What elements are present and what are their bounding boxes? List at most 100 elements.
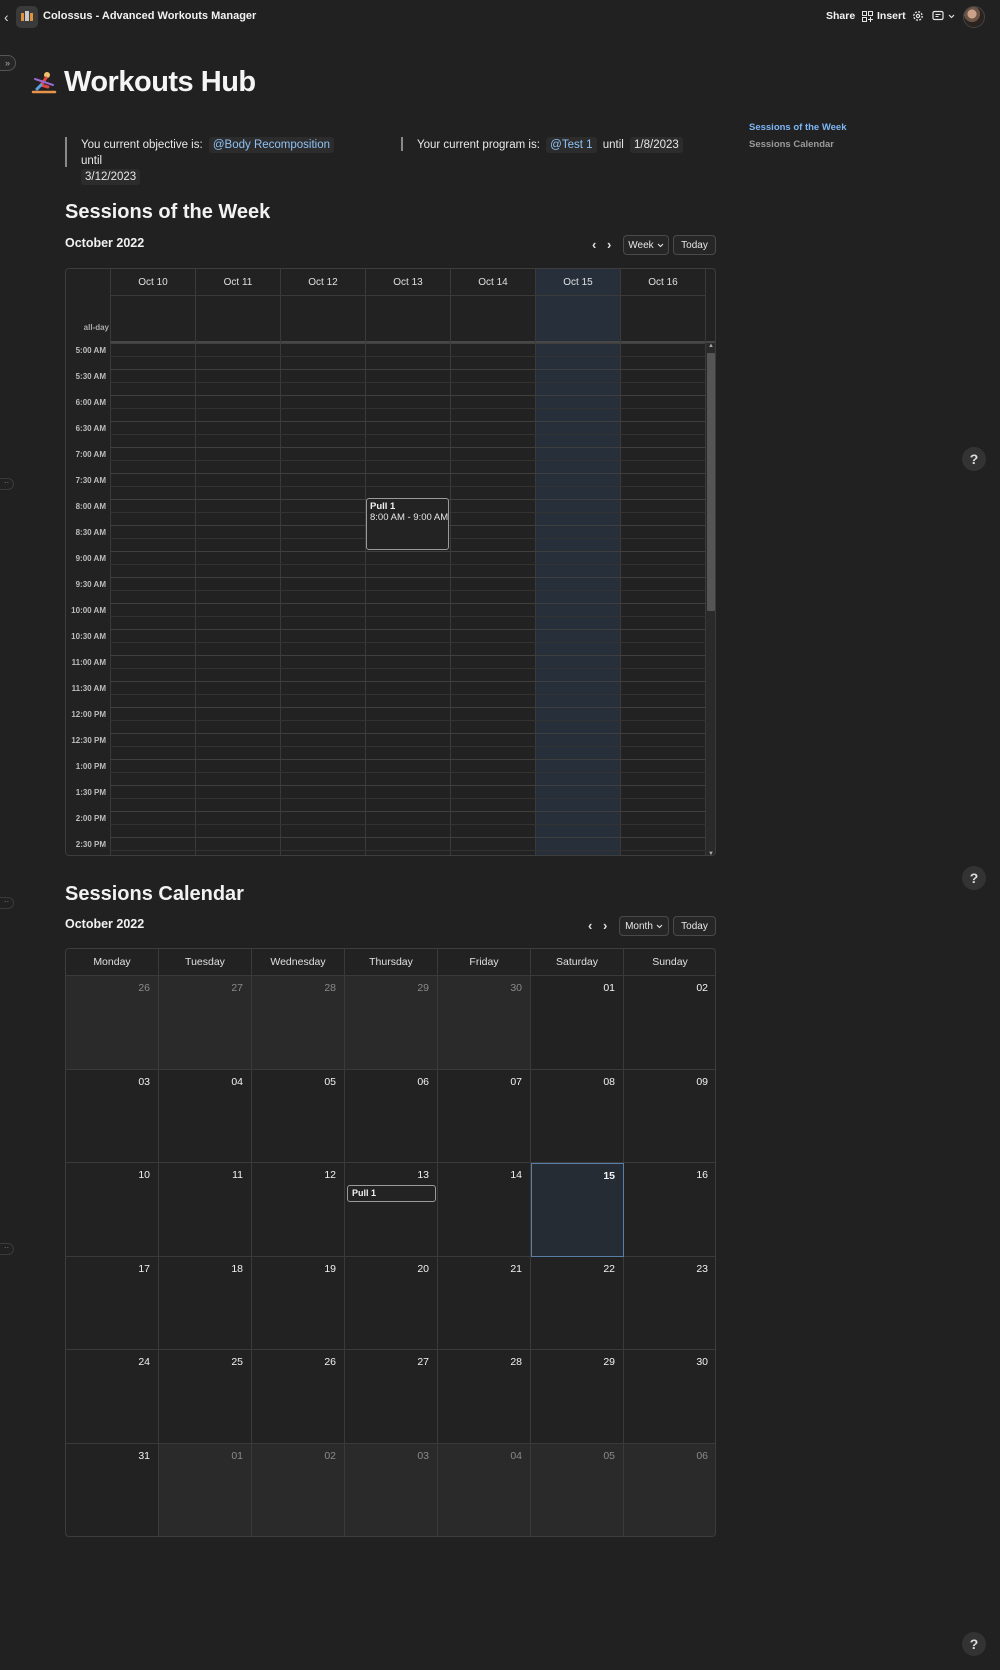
- day-cell[interactable]: 03: [345, 1444, 438, 1536]
- day-cell[interactable]: 10: [66, 1163, 159, 1257]
- scroll-down-icon[interactable]: ▼: [706, 851, 715, 855]
- day-cell[interactable]: 25: [159, 1350, 252, 1444]
- day-number: 16: [696, 1169, 708, 1182]
- day-cell[interactable]: 30: [438, 976, 531, 1070]
- settings-button[interactable]: [912, 10, 924, 22]
- day-cell[interactable]: 31: [66, 1444, 159, 1536]
- day-number: 25: [231, 1356, 243, 1369]
- expand-sidebar-icon[interactable]: »: [0, 55, 16, 71]
- day-cell[interactable]: 30: [624, 1350, 715, 1444]
- day-cell[interactable]: 02: [624, 976, 715, 1070]
- day-cell[interactable]: 13 Pull 1: [345, 1163, 438, 1257]
- day-cell[interactable]: 08: [531, 1069, 624, 1164]
- event-title: Pull 1: [370, 501, 396, 512]
- day-cell[interactable]: 28: [438, 1350, 531, 1444]
- day-number: 28: [510, 1356, 522, 1369]
- day-number: 17: [138, 1262, 150, 1275]
- month-view-select[interactable]: Month: [619, 916, 669, 936]
- prev-month-chevron-icon[interactable]: ‹: [588, 918, 592, 933]
- scroll-thumb[interactable]: [707, 353, 715, 611]
- day-cell[interactable]: 09: [624, 1070, 715, 1164]
- share-button[interactable]: Share: [826, 10, 855, 22]
- insert-button[interactable]: Insert: [862, 10, 906, 22]
- objective-mention[interactable]: @Body Recomposition: [208, 137, 335, 153]
- week-today-button[interactable]: Today: [673, 235, 716, 255]
- day-cell[interactable]: 23: [624, 1257, 715, 1351]
- program-mention[interactable]: @Test 1: [546, 137, 597, 153]
- program-date[interactable]: 1/8/2023: [630, 137, 683, 153]
- week-event-pull-1[interactable]: Pull 1 8:00 AM - 9:00 AM: [366, 498, 449, 550]
- day-cell[interactable]: 18: [159, 1256, 252, 1351]
- month-event-pull-1[interactable]: Pull 1: [347, 1185, 436, 1203]
- day-cell[interactable]: 05: [252, 1069, 345, 1164]
- day-number: 06: [696, 1450, 708, 1462]
- slot-line: [110, 746, 706, 747]
- comments-button[interactable]: [932, 10, 955, 22]
- help-button[interactable]: ?: [962, 1632, 986, 1656]
- avatar[interactable]: [963, 6, 985, 28]
- day-cell[interactable]: 20: [345, 1256, 438, 1351]
- week-view-select[interactable]: Week: [623, 235, 669, 255]
- day-cell[interactable]: 12: [252, 1163, 345, 1257]
- day-cell[interactable]: 26: [252, 1350, 345, 1444]
- day-cell[interactable]: 06: [345, 1069, 438, 1164]
- time-label: 8:00 AM: [75, 502, 106, 511]
- day-cell[interactable]: 28: [252, 976, 345, 1070]
- day-cell[interactable]: 15: [531, 1163, 624, 1257]
- toc-item-sessions-calendar[interactable]: Sessions Calendar: [749, 139, 847, 150]
- hour-line: [110, 655, 706, 656]
- day-cell[interactable]: 04: [438, 1444, 531, 1536]
- day-cell[interactable]: 06: [624, 1444, 715, 1536]
- day-number: 09: [696, 1075, 708, 1088]
- hour-line: [110, 837, 706, 838]
- time-label: 8:30 AM: [75, 528, 106, 537]
- day-cell[interactable]: 19: [252, 1256, 345, 1351]
- hour-line: [110, 811, 706, 812]
- day-cell[interactable]: 29: [345, 976, 438, 1070]
- day-cell[interactable]: 01: [531, 976, 624, 1070]
- help-button[interactable]: ?: [962, 866, 986, 890]
- column-divider: [110, 269, 111, 855]
- toc-item-sessions-of-the-week[interactable]: Sessions of the Week: [749, 122, 847, 133]
- day-cell[interactable]: 27: [159, 976, 252, 1070]
- weekday-header: Thursday: [345, 949, 438, 976]
- day-cell[interactable]: 07: [438, 1069, 531, 1164]
- drag-handle-icon[interactable]: ··: [0, 478, 14, 490]
- day-cell[interactable]: 21: [438, 1256, 531, 1351]
- objective-until: until: [81, 155, 103, 167]
- day-cell[interactable]: 26: [66, 976, 159, 1070]
- time-label: 11:00 AM: [71, 658, 106, 667]
- day-number: 30: [510, 982, 522, 994]
- day-cell[interactable]: 22: [531, 1256, 624, 1351]
- program-prefix: Your current program is:: [417, 139, 540, 151]
- day-cell[interactable]: 24: [66, 1350, 159, 1444]
- help-button[interactable]: ?: [962, 447, 986, 471]
- weekday-header: Monday: [66, 949, 159, 976]
- day-cell[interactable]: 11: [159, 1163, 252, 1257]
- drag-handle-icon[interactable]: ··: [0, 897, 14, 909]
- week-scrollbar[interactable]: ▲ ▼: [706, 343, 715, 855]
- day-cell[interactable]: 17: [66, 1256, 159, 1351]
- day-cell[interactable]: 05: [531, 1444, 624, 1536]
- day-cell[interactable]: 29: [531, 1350, 624, 1444]
- scroll-up-icon[interactable]: ▲: [706, 343, 715, 349]
- hour-line: [110, 733, 706, 734]
- day-cell[interactable]: 14: [438, 1163, 531, 1257]
- month-today-button[interactable]: Today: [673, 916, 716, 936]
- day-cell[interactable]: 27: [345, 1350, 438, 1444]
- prev-week-chevron-icon[interactable]: ‹: [592, 237, 596, 252]
- next-week-chevron-icon[interactable]: ›: [607, 237, 611, 252]
- day-header: Oct 16: [620, 269, 705, 296]
- back-chevron-icon[interactable]: ‹: [4, 10, 16, 24]
- day-cell[interactable]: 04: [159, 1069, 252, 1164]
- week-view-label: Week: [628, 239, 654, 251]
- drag-handle-icon[interactable]: ··: [0, 1243, 14, 1255]
- next-month-chevron-icon[interactable]: ›: [603, 918, 607, 933]
- day-cell[interactable]: 16: [624, 1163, 715, 1257]
- day-number: 04: [510, 1450, 522, 1462]
- objective-date[interactable]: 3/12/2023: [81, 169, 141, 185]
- day-cell[interactable]: 02: [252, 1444, 345, 1536]
- app-logo[interactable]: [16, 6, 38, 28]
- day-cell[interactable]: 03: [66, 1069, 159, 1164]
- day-cell[interactable]: 01: [159, 1444, 252, 1536]
